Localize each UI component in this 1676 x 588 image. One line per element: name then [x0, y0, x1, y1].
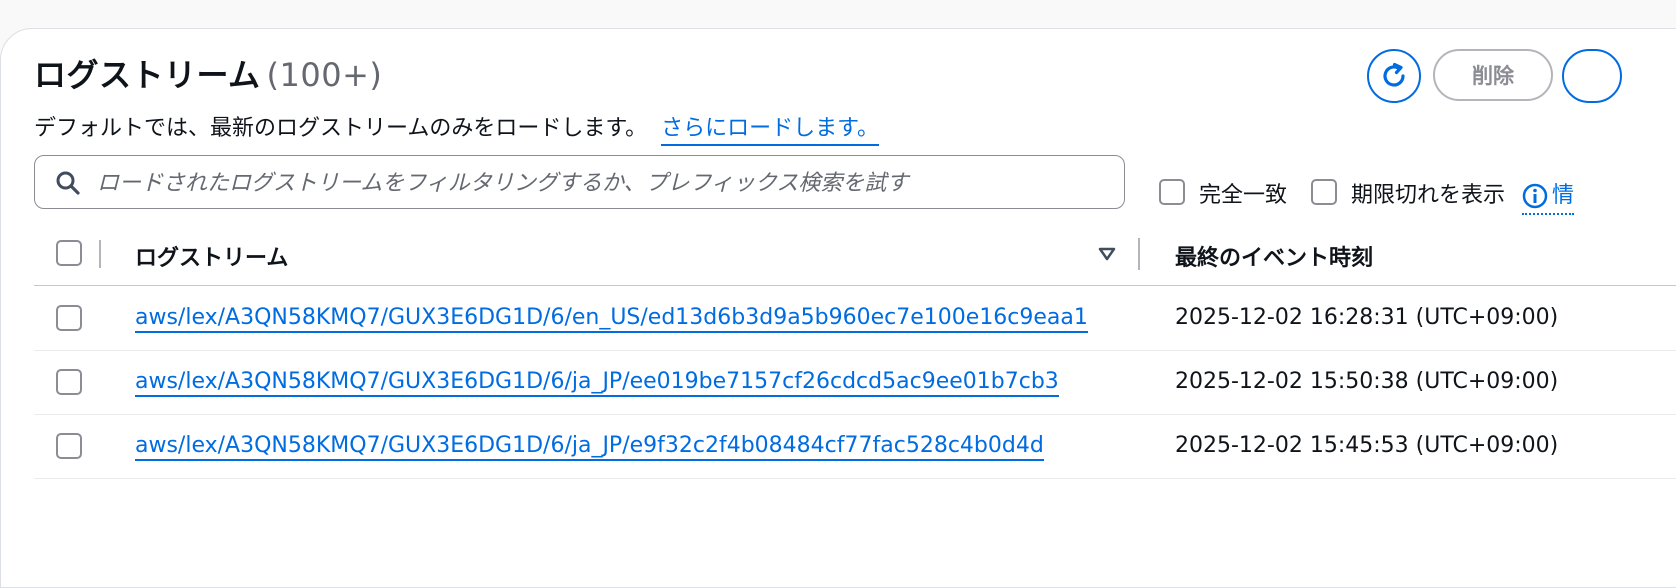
stream-count: (100+) [266, 56, 383, 94]
log-stream-link[interactable]: aws/lex/A3QN58KMQ7/GUX3E6DG1D/6/ja_JP/ee… [135, 369, 1059, 397]
show-expired-label: 期限切れを表示 [1351, 183, 1506, 208]
exact-match-checkbox[interactable] [1159, 179, 1185, 205]
row-divider [34, 478, 1676, 479]
column-resizer[interactable] [1138, 238, 1140, 270]
last-event-time: 2025-12-02 15:50:38 (UTC+09:00) [1175, 369, 1559, 394]
row-divider [34, 350, 1676, 351]
actions-button[interactable] [1562, 49, 1622, 103]
description: デフォルトでは、最新のログストリームのみをロードします。 さらにロードします。 [34, 110, 879, 146]
description-text: デフォルトでは、最新のログストリームのみをロードします。 [34, 116, 648, 141]
row-checkbox[interactable] [56, 369, 82, 395]
column-header-last-event-time[interactable]: 最終のイベント時刻 [1175, 240, 1373, 272]
log-stream-link[interactable]: aws/lex/A3QN58KMQ7/GUX3E6DG1D/6/en_US/ed… [135, 305, 1088, 333]
info-icon [1522, 183, 1548, 209]
sort-descending-icon[interactable] [1097, 245, 1117, 263]
refresh-button[interactable] [1367, 49, 1421, 103]
delete-button[interactable]: 削除 [1433, 49, 1553, 101]
row-divider [34, 414, 1676, 415]
last-event-time: 2025-12-02 15:45:53 (UTC+09:00) [1175, 433, 1559, 458]
search-icon [56, 171, 80, 195]
page-title: ログストリーム (100+) [34, 50, 382, 96]
column-divider [99, 240, 101, 268]
log-stream-link[interactable]: aws/lex/A3QN58KMQ7/GUX3E6DG1D/6/ja_JP/e9… [135, 433, 1044, 461]
load-more-link[interactable]: さらにロードします。 [661, 116, 879, 146]
column-header-log-stream[interactable]: ログストリーム [135, 240, 288, 272]
info-link-label: 情 [1552, 183, 1575, 208]
info-link[interactable]: 情 [1522, 177, 1575, 215]
refresh-icon [1383, 62, 1405, 87]
header-divider [34, 285, 1676, 286]
select-all-checkbox[interactable] [56, 240, 82, 266]
row-checkbox[interactable] [56, 433, 82, 459]
row-checkbox[interactable] [56, 305, 82, 331]
exact-match-label: 完全一致 [1199, 183, 1288, 208]
last-event-time: 2025-12-02 16:28:31 (UTC+09:00) [1175, 305, 1559, 330]
show-expired-checkbox[interactable] [1311, 179, 1337, 205]
title-text: ログストリーム [34, 56, 261, 94]
search-input[interactable] [95, 164, 1099, 202]
search-field[interactable] [34, 155, 1125, 209]
